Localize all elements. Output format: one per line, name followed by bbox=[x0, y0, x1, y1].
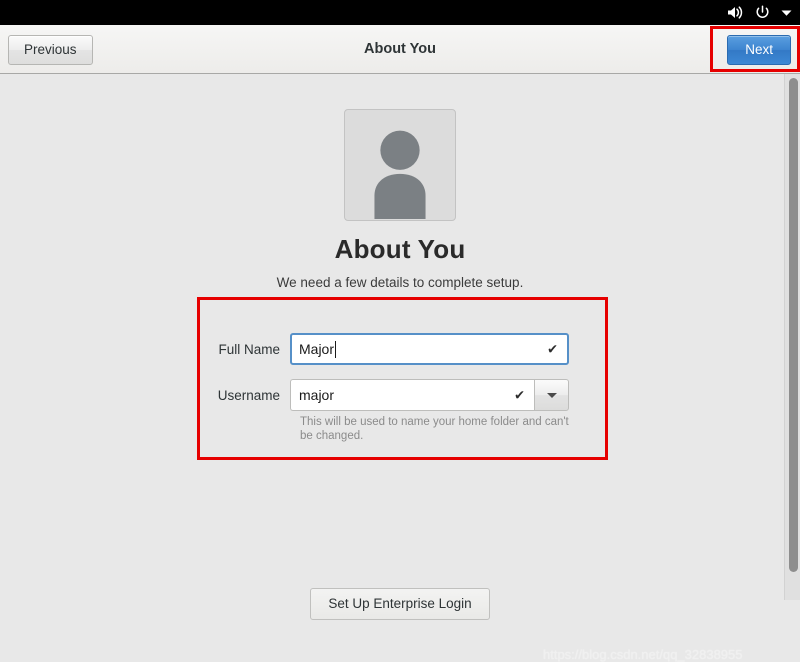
username-value: major bbox=[299, 387, 335, 403]
vertical-scrollbar[interactable] bbox=[784, 74, 800, 600]
page-header-title: About You bbox=[364, 41, 436, 57]
username-input[interactable]: major ✔ bbox=[290, 379, 534, 411]
full-name-input[interactable]: Major ✔ bbox=[290, 333, 569, 365]
text-caret bbox=[335, 340, 337, 358]
power-icon[interactable] bbox=[755, 5, 770, 20]
username-label: Username bbox=[217, 387, 280, 403]
username-valid-check-icon: ✔ bbox=[514, 387, 525, 403]
chevron-down-icon bbox=[546, 392, 557, 398]
username-combo: major ✔ bbox=[290, 379, 569, 411]
previous-button[interactable]: Previous bbox=[8, 35, 93, 65]
page-title: About You bbox=[334, 234, 466, 264]
enterprise-login-button[interactable]: Set Up Enterprise Login bbox=[310, 588, 490, 620]
username-hint-text: This will be used to name your home fold… bbox=[300, 416, 569, 442]
full-name-value: Major bbox=[299, 341, 335, 357]
scrollbar-thumb[interactable] bbox=[789, 78, 798, 572]
person-icon bbox=[374, 130, 426, 219]
header-bar: About You Previous Next bbox=[0, 25, 800, 74]
volume-icon[interactable] bbox=[727, 5, 744, 20]
full-name-valid-check-icon: ✔ bbox=[547, 341, 558, 357]
system-tray bbox=[727, 5, 792, 20]
user-details-form: Full Name Major ✔ Username major ✔ This … bbox=[197, 297, 608, 460]
chevron-down-icon[interactable] bbox=[781, 9, 792, 17]
avatar[interactable] bbox=[344, 109, 456, 221]
watermark: https://blog.csdn.net/qq_32838955 bbox=[543, 647, 743, 662]
form-row-username: Username major ✔ bbox=[197, 379, 569, 411]
username-dropdown-button[interactable] bbox=[534, 379, 569, 411]
setup-content-area: About You We need a few details to compl… bbox=[0, 74, 800, 662]
page-subtitle: We need a few details to complete setup. bbox=[276, 275, 524, 290]
form-row-full-name: Full Name Major ✔ bbox=[197, 333, 569, 365]
system-top-bar bbox=[0, 0, 800, 25]
full-name-label: Full Name bbox=[218, 341, 280, 357]
next-button[interactable]: Next bbox=[727, 35, 791, 65]
